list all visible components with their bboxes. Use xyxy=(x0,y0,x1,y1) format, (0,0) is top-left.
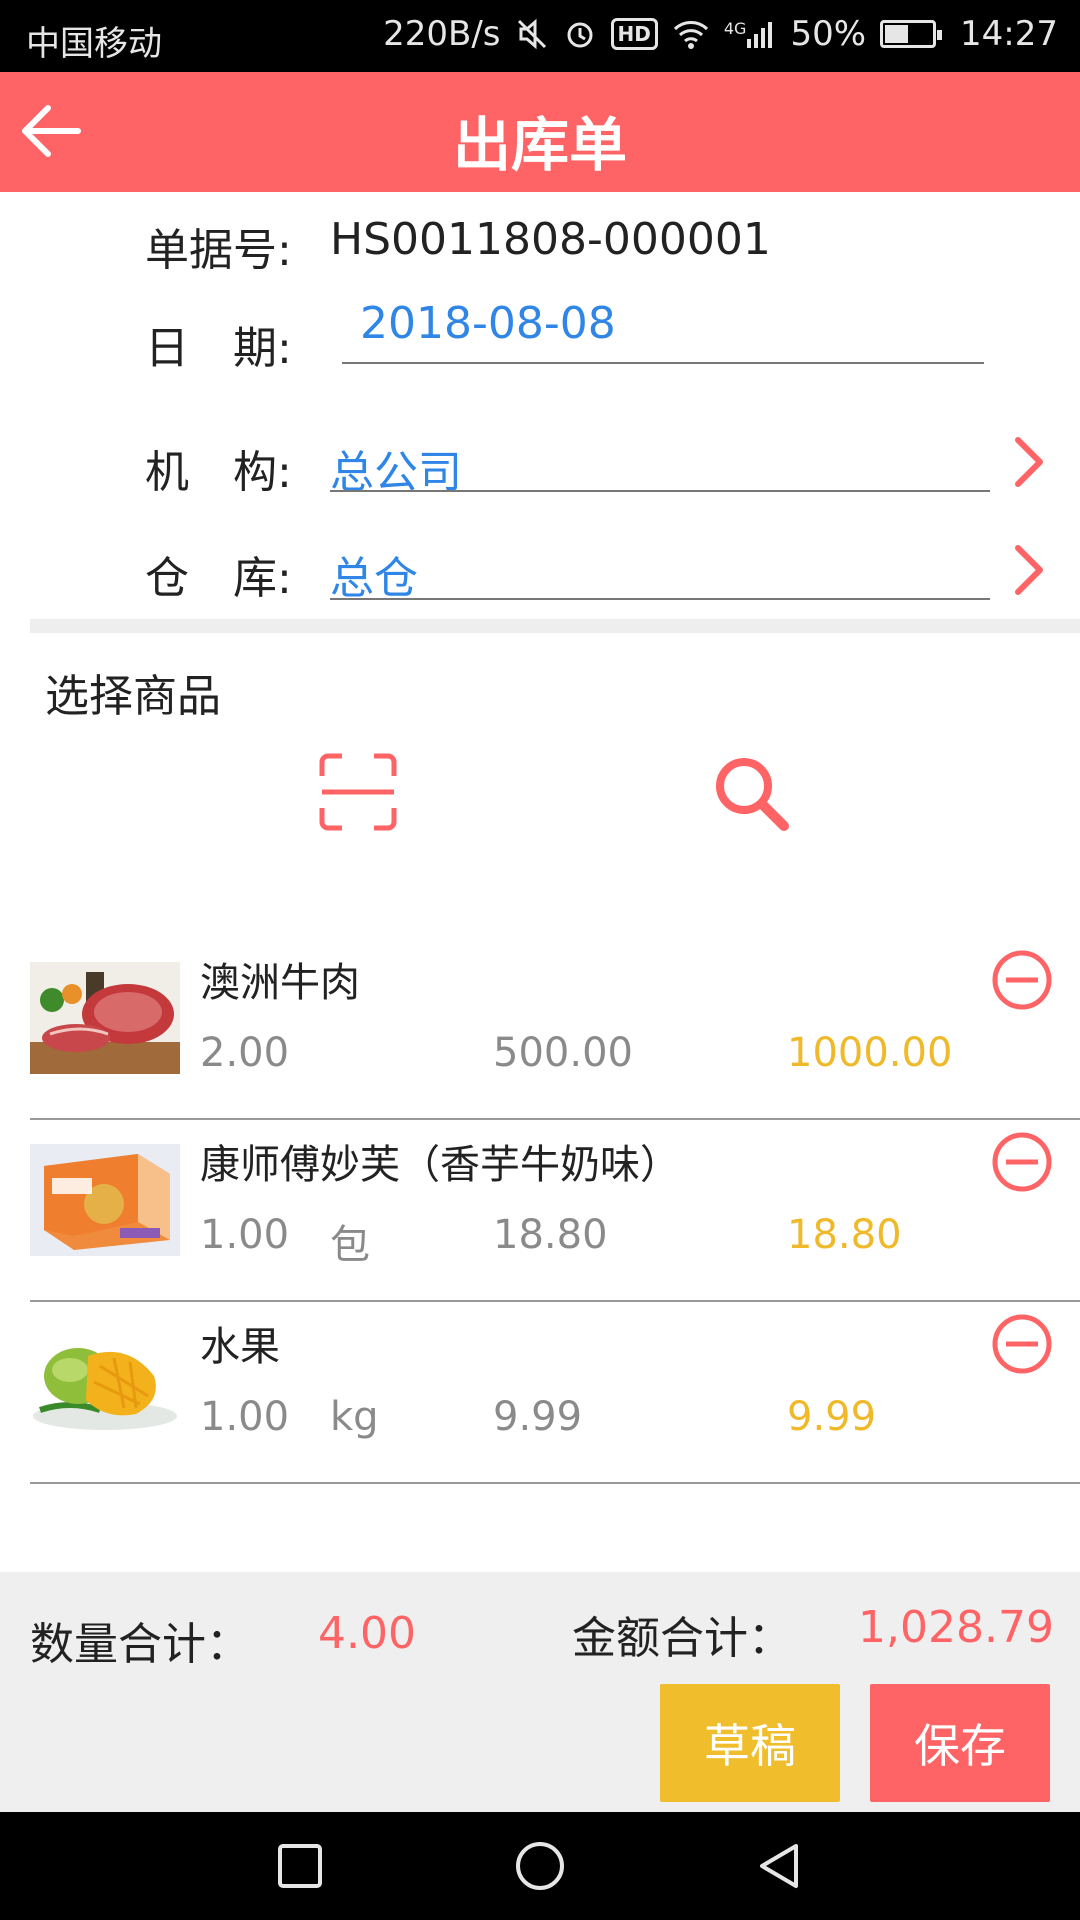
product-qty: 1.00 xyxy=(200,1212,290,1258)
date-label: 日 期: xyxy=(145,323,292,374)
product-qty: 2.00 xyxy=(200,1030,290,1076)
product-price: 500.00 xyxy=(493,1030,633,1076)
mute-icon xyxy=(515,17,549,51)
product-row[interactable]: 康师傅妙芙（香芋牛奶味） 1.00 包 18.80 18.80 xyxy=(30,1122,1080,1302)
search-icon[interactable] xyxy=(710,752,794,836)
product-image-mango xyxy=(30,1326,180,1438)
page-title: 出库单 xyxy=(452,111,627,179)
status-icons: 220B/s HD 4G 50% 14:27 xyxy=(383,14,1058,54)
doc-no-value: HS0011808-000001 xyxy=(330,214,771,265)
scan-icon[interactable] xyxy=(318,752,398,832)
title-bar: 出库单 xyxy=(0,72,1080,192)
draft-button[interactable]: 草稿 xyxy=(660,1684,840,1802)
org-label: 机 构: xyxy=(145,447,292,498)
warehouse-field[interactable]: 总仓 xyxy=(330,542,418,606)
system-nav-bar xyxy=(0,1812,1080,1920)
remove-circle-icon[interactable] xyxy=(990,1312,1054,1376)
battery-icon xyxy=(880,20,943,48)
hd-badge: HD xyxy=(610,18,658,50)
product-image-cake-box xyxy=(30,1144,180,1256)
warehouse-label: 仓 库: xyxy=(145,553,292,604)
product-price: 9.99 xyxy=(493,1394,583,1440)
signal-icon: 4G xyxy=(724,19,777,49)
qty-total-label: 数量合计： xyxy=(30,1619,250,1670)
product-unit: 包 xyxy=(330,1222,370,1268)
date-field[interactable]: 2018-08-08 xyxy=(360,298,616,349)
product-name: 澳洲牛肉 xyxy=(200,960,360,1006)
date-underline xyxy=(342,362,984,364)
doc-no-label: 单据号: xyxy=(145,225,292,276)
status-bar: 中国移动 220B/s HD 4G 50% 14:27 xyxy=(0,0,1080,72)
wifi-icon xyxy=(672,18,710,50)
product-name: 康师傅妙芙（香芋牛奶味） xyxy=(200,1142,680,1188)
home-circle-icon[interactable] xyxy=(514,1840,566,1892)
recents-square-icon[interactable] xyxy=(274,1840,326,1892)
battery-fill xyxy=(885,25,909,43)
product-qty: 1.00 xyxy=(200,1394,290,1440)
warehouse-chevron-right-icon[interactable] xyxy=(1008,542,1052,598)
remove-circle-icon[interactable] xyxy=(990,948,1054,1012)
section-divider xyxy=(30,619,1080,633)
clock: 14:27 xyxy=(960,14,1058,54)
select-goods-title: 选择商品 xyxy=(45,671,221,722)
product-amount: 1000.00 xyxy=(787,1030,953,1076)
summary-footer: 数量合计： 4.00 金额合计： 1,028.79 草稿 保存 xyxy=(0,1572,1080,1812)
product-row[interactable]: 澳洲牛肉 2.00 500.00 1000.00 xyxy=(30,940,1080,1120)
product-name: 水果 xyxy=(200,1324,280,1370)
save-button[interactable]: 保存 xyxy=(870,1684,1050,1802)
warehouse-underline xyxy=(330,598,990,600)
amount-total-label: 金额合计： xyxy=(572,1613,792,1664)
amount-total-value: 1,028.79 xyxy=(858,1602,1054,1653)
product-image-beef xyxy=(30,962,180,1074)
network-speed: 220B/s xyxy=(383,14,501,54)
qty-total-value: 4.00 xyxy=(318,1608,416,1659)
product-price: 18.80 xyxy=(493,1212,608,1258)
battery-percent: 50% xyxy=(790,14,867,54)
remove-circle-icon[interactable] xyxy=(990,1130,1054,1194)
alarm-icon xyxy=(563,17,597,51)
org-underline xyxy=(330,490,990,492)
network-type: 4G xyxy=(723,19,747,38)
product-row[interactable]: 水果 1.00 kg 9.99 9.99 xyxy=(30,1304,1080,1484)
back-triangle-icon[interactable] xyxy=(754,1840,806,1892)
product-unit: kg xyxy=(330,1394,379,1440)
product-amount: 9.99 xyxy=(787,1394,877,1440)
carrier-name: 中国移动 xyxy=(26,24,162,64)
org-chevron-right-icon[interactable] xyxy=(1008,434,1052,490)
product-amount: 18.80 xyxy=(787,1212,902,1258)
